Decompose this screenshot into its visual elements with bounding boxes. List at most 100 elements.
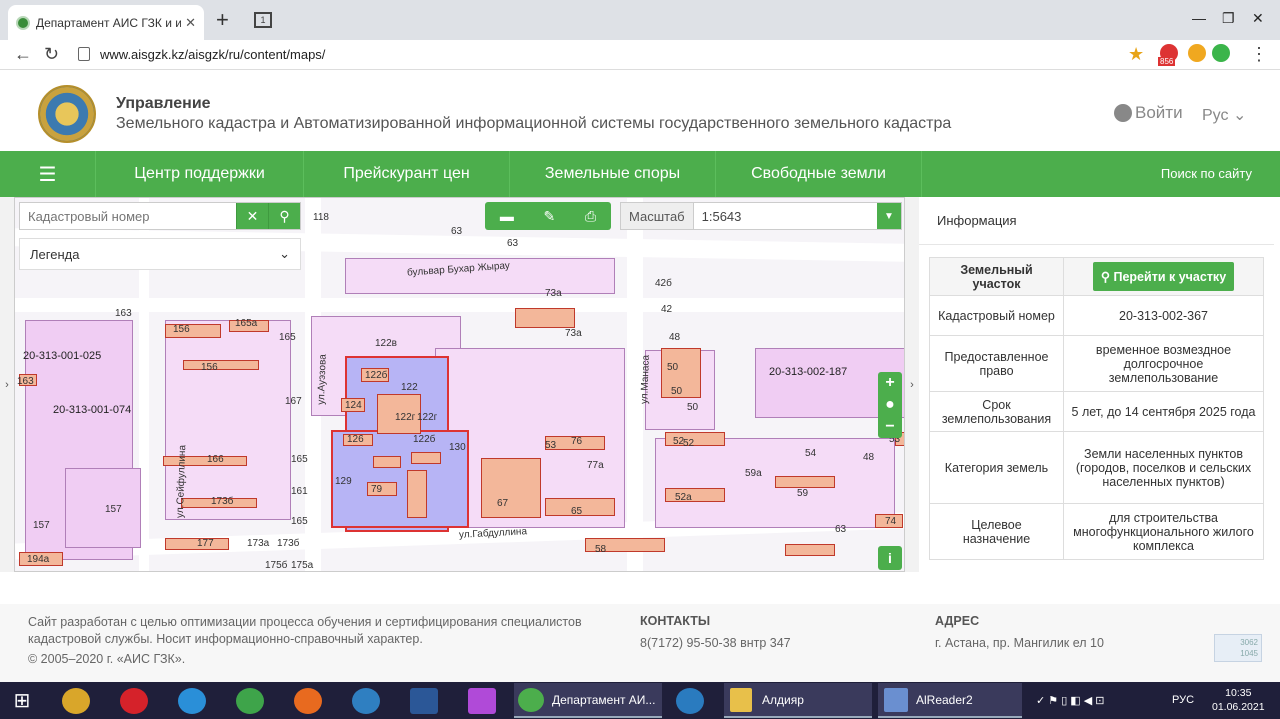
row-label: Категория земель [929, 431, 1064, 504]
block-label: 20-313-002-187 [769, 366, 848, 378]
clear-icon[interactable]: ✕ [236, 203, 268, 229]
legend-dropdown[interactable]: Легенда ⌄ [19, 238, 301, 270]
restore-icon[interactable]: ❐ [1222, 10, 1235, 27]
close-window-icon[interactable]: ✕ [1252, 10, 1264, 27]
nav-prices[interactable]: Прейскурант цен [304, 151, 510, 197]
row-value: Земли населенных пунктов (городов, посел… [1063, 431, 1264, 504]
minimize-icon[interactable]: — [1192, 10, 1206, 26]
zoom-out-icon[interactable]: − [885, 418, 894, 436]
opera-icon[interactable] [120, 688, 148, 714]
ie-icon[interactable] [178, 688, 206, 714]
site-header: Управление Земельного кадастра и Автомат… [0, 71, 1280, 151]
block-label: 20-313-001-074 [53, 404, 132, 416]
parcel-label: 161 [291, 486, 308, 497]
app-gem-icon[interactable] [468, 688, 496, 714]
panel-toggle[interactable]: › [905, 197, 919, 572]
url-text: www.aisgzk.kz/aisgzk/ru/content/maps/ [100, 46, 326, 62]
scale-value: 1:5643 [701, 208, 742, 224]
chat-extension-icon[interactable] [1188, 44, 1206, 62]
ruler-icon[interactable]: ▬ [500, 208, 514, 224]
map-left-toggle[interactable]: › [0, 197, 14, 572]
pencil-icon[interactable]: ✎ [544, 208, 556, 225]
cadastral-search: ✕ ⚲ [19, 202, 301, 230]
org-subtitle: Земельного кадастра и Автоматизированной… [116, 115, 952, 132]
parcel-label: 126 [347, 434, 364, 445]
media-icon[interactable] [352, 688, 380, 714]
street-label: ул.Манаса [639, 354, 652, 405]
nav-support[interactable]: Центр поддержки [96, 151, 304, 197]
parcel-label: 165 [291, 516, 308, 527]
footer-about: Сайт разработан с целью оптимизации проц… [28, 614, 628, 668]
search-icon[interactable]: ⚲ [268, 203, 300, 229]
parcel-label: 194а [27, 554, 50, 565]
kazakhstan-emblem-icon[interactable] [38, 85, 96, 143]
list-extension-icon[interactable] [1212, 44, 1230, 62]
word-icon[interactable] [410, 688, 438, 714]
parcel-label: 48 [669, 332, 681, 343]
back-icon[interactable]: ← [14, 44, 32, 64]
parcel-label: 42б [655, 278, 672, 289]
nav-free-land[interactable]: Свободные земли [716, 151, 922, 197]
parcel-label: 50 [687, 402, 699, 413]
reader-icon [884, 688, 908, 712]
visitor-counter[interactable]: 3062 1045 [1214, 634, 1262, 662]
bookmark-star-icon[interactable]: ★ [1128, 44, 1144, 64]
info-panel: Информация Земельный участок ⚲ Перейти к… [919, 197, 1274, 575]
browser-menu-icon[interactable]: ⋮ [1250, 44, 1268, 64]
block-label: 20-313-001-025 [23, 350, 102, 362]
language-selector[interactable]: Рус ⌄ [1202, 105, 1246, 125]
windows-start-icon[interactable]: ⊞ [0, 682, 44, 719]
tab-search-icon[interactable]: 1 [254, 12, 272, 28]
chevron-down-icon: ⌄ [279, 246, 290, 261]
zoom-controls: + ● − [878, 372, 902, 438]
row-value: 5 лет, до 14 сентября 2025 года [1063, 391, 1264, 432]
parcel-label: 58 [595, 544, 607, 555]
site-search-link[interactable]: Поиск по сайту [1161, 166, 1252, 181]
login-link[interactable]: Войти [1114, 103, 1183, 123]
parcel-label: 76 [571, 436, 583, 447]
parcel-label: 63 [835, 524, 847, 535]
caret-down-icon[interactable]: ▼ [877, 203, 901, 229]
copyright: © 2005–2020 г. «АИС ГЗК». [28, 652, 186, 666]
app-icon[interactable] [62, 688, 90, 714]
parcel-label: 130 [449, 442, 466, 453]
tray-icons[interactable]: ✓ ⚑ ▯ ◧ ◀ ⊡ [1036, 694, 1104, 707]
parcel-label: 73а [545, 288, 562, 299]
tray-language[interactable]: РУС [1172, 694, 1194, 706]
row-value: 20-313-002-367 [1063, 295, 1264, 336]
cadastral-map[interactable]: бульвар Бухар Жырау ул.Ауэзова ул.Манаса… [14, 197, 905, 572]
address-value: г. Астана, пр. Мангилик ел 10 [935, 636, 1104, 650]
page-info-icon[interactable] [78, 47, 90, 61]
parcel-label: 59а [745, 468, 762, 479]
parcel-label: 79 [371, 484, 383, 495]
reload-icon[interactable]: ↻ [44, 44, 59, 64]
parcel-label: 54 [805, 448, 817, 459]
parcel-label: 167 [285, 396, 302, 407]
parcel-label: 175а [291, 560, 314, 571]
parcel-label: 65 [571, 506, 583, 517]
goto-parcel-button[interactable]: ⚲ Перейти к участку [1092, 262, 1235, 291]
row-label: Срок землепользования [929, 391, 1064, 432]
building [373, 456, 401, 468]
cadastral-number-input[interactable] [20, 203, 236, 229]
nav-land-disputes[interactable]: Земельные споры [510, 151, 716, 197]
zoom-in-icon[interactable]: + [885, 374, 894, 392]
scale-select[interactable]: Масштаб 1:5643 ▼ [620, 202, 902, 230]
building [785, 544, 835, 556]
hamburger-menu-icon[interactable]: ☰ [0, 151, 96, 197]
parcel-label: 173б [211, 496, 234, 507]
parcel-label: 122б [365, 370, 388, 381]
browser-tab[interactable]: Департамент АИС ГЗК и ин ✕ [8, 5, 204, 40]
tab-close-icon[interactable]: ✕ [185, 15, 196, 31]
chrome-icon[interactable] [236, 688, 264, 714]
firefox-icon[interactable] [294, 688, 322, 714]
panel-title: Информация [919, 197, 1274, 245]
globe-icon[interactable]: ● [885, 396, 895, 414]
url-field[interactable]: www.aisgzk.kz/aisgzk/ru/content/maps/ [78, 42, 1118, 66]
print-icon[interactable]: ⎙ [585, 208, 596, 225]
new-tab-button[interactable]: + [216, 9, 229, 31]
taskbar-clock[interactable]: 10:35 01.06.2021 [1212, 686, 1265, 714]
telegram-icon[interactable] [676, 688, 704, 714]
land-parcel[interactable] [65, 468, 141, 548]
info-icon[interactable]: i [878, 546, 902, 570]
